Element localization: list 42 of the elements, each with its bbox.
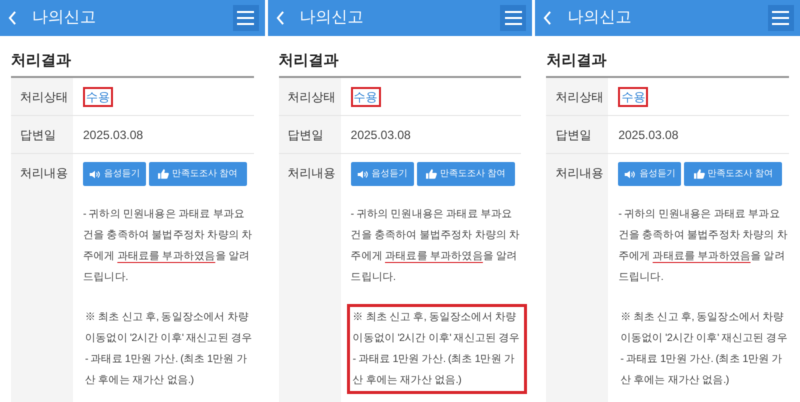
row-label: 처리상태 xyxy=(555,88,604,106)
menu-button[interactable] xyxy=(500,5,526,31)
listen-button[interactable]: 음성듣기 xyxy=(350,162,414,186)
menu-button[interactable] xyxy=(232,5,259,31)
row-label: 처리상태 xyxy=(20,88,68,106)
listen-button[interactable]: 음성듣기 xyxy=(618,162,682,186)
thumbs-up-icon xyxy=(426,169,437,179)
status-value: 수용 xyxy=(83,86,113,106)
page-title: 나의신고 xyxy=(32,8,97,28)
thumbs-up-icon xyxy=(158,169,170,179)
survey-button[interactable]: 만족도조사 참여 xyxy=(684,162,782,186)
row-label: 답변일 xyxy=(20,126,56,144)
note-paragraph: ※ 최초 신고 후, 동일장소에서 차량 이동없이 '2시간 이후' 재신고된 경우 - 과태료 1만원 가산. (최초 1만원 가산 후에는 재가산 없음.) xyxy=(84,310,254,388)
result-paragraph: - 귀하의 민원내용은 과태료 부과요건을 충족하여 불법주정차 차량의 차주에게 과태료를 부과하였음을 알려드립니다. xyxy=(350,207,521,285)
result-paragraph: - 귀하의 민원내용은 과태료 부과요건을 충족하여 불법주정차 차량의 차주에게 과태료를 부과하였음을 알려드립니다. xyxy=(83,207,254,285)
menu-button[interactable] xyxy=(768,5,794,31)
answer-date: 2025.03.08 xyxy=(350,126,411,144)
survey-button[interactable]: 만족도조사 참여 xyxy=(149,162,247,186)
row-label: 처리내용 xyxy=(20,166,68,180)
answer-date: 2025.03.08 xyxy=(618,126,678,144)
status-value: 수용 xyxy=(618,86,648,106)
answer-date: 2025.03.08 xyxy=(83,126,144,144)
section-title: 처리결과 xyxy=(11,51,72,71)
section-title: 처리결과 xyxy=(546,51,608,71)
listen-button[interactable]: 음성듣기 xyxy=(83,162,146,186)
speaker-icon xyxy=(624,170,636,178)
speaker-icon xyxy=(89,170,101,178)
row-label: 처리내용 xyxy=(288,166,336,180)
section-title: 처리결과 xyxy=(278,51,340,71)
note-paragraph: ※ 최초 신고 후, 동일장소에서 차량 이동없이 '2시간 이후' 재신고된 경우 - 과태료 1만원 가산. (최초 1만원 가산 후에는 재가산 없음.) xyxy=(346,304,527,394)
row-label: 답변일 xyxy=(555,126,592,144)
row-label: 답변일 xyxy=(288,126,324,144)
speaker-icon xyxy=(356,170,369,178)
row-label: 처리상태 xyxy=(288,88,336,106)
survey-button[interactable]: 만족도조사 참여 xyxy=(416,162,515,186)
page-title: 나의신고 xyxy=(300,8,365,28)
page-title: 나의신고 xyxy=(567,8,632,28)
result-paragraph: - 귀하의 민원내용은 과태료 부과요건을 충족하여 불법주정차 차량의 차주에게 과태료를 부과하였음을 알려드립니다. xyxy=(618,207,788,285)
note-paragraph: ※ 최초 신고 후, 동일장소에서 차량 이동없이 '2시간 이후' 재신고된 경우 - 과태료 1만원 가산. (최초 1만원 가산 후에는 재가산 없음.) xyxy=(619,310,788,388)
status-value: 수용 xyxy=(350,86,381,106)
thumbs-up-icon xyxy=(694,169,705,179)
row-label: 처리내용 xyxy=(555,166,604,180)
